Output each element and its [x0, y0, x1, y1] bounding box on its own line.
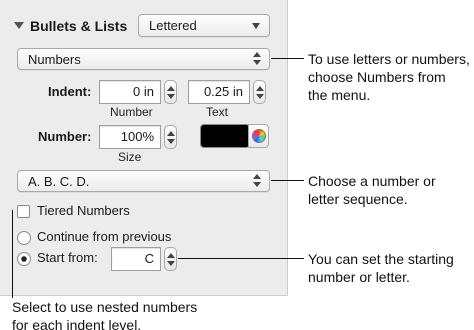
chevron-down-icon	[252, 23, 260, 29]
disclosure-triangle-icon[interactable]	[14, 22, 24, 29]
tiered-numbers-checkbox[interactable]	[17, 205, 30, 218]
text-indent-stepper[interactable]	[253, 80, 266, 104]
callout-line: letter sequence.	[308, 191, 408, 207]
bullet-type-value: Numbers	[28, 52, 81, 67]
stepper-up-icon	[256, 86, 264, 91]
callout-line: number or letter.	[308, 269, 410, 285]
sequence-value: A. B. C. D.	[28, 174, 90, 189]
callout-start: You can set the starting number or lette…	[308, 250, 454, 286]
start-from-field[interactable]: C	[111, 247, 161, 271]
stepper-down-icon	[167, 94, 175, 99]
stepper-down-icon	[167, 261, 175, 266]
continue-from-previous-radio[interactable]	[17, 231, 31, 245]
up-down-arrows-icon	[253, 173, 261, 187]
number-color-well[interactable]	[200, 124, 250, 148]
section-title: Bullets & Lists	[30, 18, 128, 34]
stepper-up-icon	[167, 131, 175, 136]
start-from-radio[interactable]	[17, 252, 31, 266]
callout-line: You can set the starting	[308, 251, 454, 267]
stepper-up-icon	[167, 86, 175, 91]
text-indent-caption: Text	[206, 105, 229, 119]
callout-line-type	[271, 58, 304, 59]
callout-line-start	[178, 258, 304, 259]
number-size-field[interactable]: 100%	[99, 125, 161, 149]
continue-from-previous-label: Continue from previous	[37, 229, 172, 244]
callout-line: the menu.	[308, 87, 371, 103]
number-size-caption: Size	[118, 150, 142, 164]
number-indent-caption: Number	[110, 105, 153, 119]
callout-tiered: Select to use nested numbers for each in…	[12, 298, 197, 330]
number-size-label: Number:	[38, 129, 92, 144]
stepper-down-icon	[256, 94, 264, 99]
callout-sequence: Choose a number or letter sequence.	[308, 172, 436, 208]
list-style-popup[interactable]: Lettered	[138, 14, 270, 37]
start-from-stepper[interactable]	[164, 247, 177, 271]
callout-type: To use letters or numbers, choose Number…	[308, 50, 470, 104]
indent-label: Indent:	[48, 84, 92, 99]
callout-line: Choose a number or	[308, 173, 436, 189]
bullet-type-popup[interactable]: Numbers	[17, 48, 270, 70]
number-indent-field[interactable]: 0 in	[99, 80, 161, 104]
list-style-value: Lettered	[149, 18, 197, 33]
color-wheel-icon	[252, 129, 266, 143]
callout-line: To use letters or numbers,	[308, 51, 470, 67]
stepper-down-icon	[167, 139, 175, 144]
bullets-lists-panel: Bullets & Lists Lettered Numbers Indent:…	[0, 0, 288, 296]
color-picker-button[interactable]	[248, 124, 269, 148]
callout-line: Select to use nested numbers	[12, 299, 198, 315]
up-down-arrows-icon	[253, 51, 261, 65]
callout-line-tiered	[12, 210, 13, 298]
callout-line: choose Numbers from	[308, 69, 446, 85]
callout-line-sequence	[271, 180, 304, 181]
start-from-label: Start from:	[37, 250, 98, 265]
sequence-popup[interactable]: A. B. C. D.	[17, 170, 270, 192]
number-size-stepper[interactable]	[164, 125, 177, 149]
callout-line: for each indent level.	[12, 317, 142, 330]
number-indent-stepper[interactable]	[164, 80, 177, 104]
stepper-up-icon	[167, 253, 175, 258]
tiered-numbers-label: Tiered Numbers	[37, 203, 130, 218]
text-indent-field[interactable]: 0.25 in	[188, 80, 250, 104]
